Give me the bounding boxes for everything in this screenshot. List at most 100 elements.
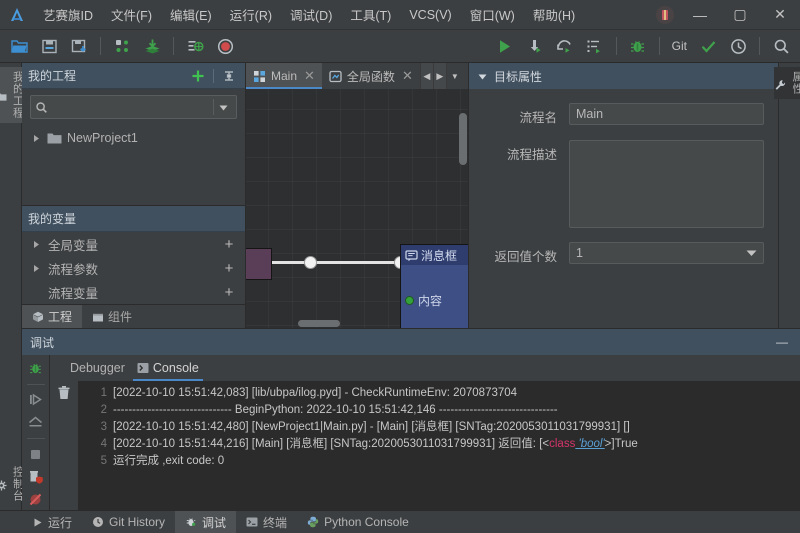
step-into-icon[interactable] bbox=[520, 33, 550, 60]
message-box-content-port[interactable]: 内容 bbox=[405, 292, 442, 309]
tab-components[interactable]: 组件 bbox=[82, 305, 142, 328]
add-flow-variable-button[interactable]: + bbox=[221, 285, 237, 300]
tab-list-button[interactable]: ▼ bbox=[445, 63, 463, 89]
debug-bug-icon[interactable] bbox=[24, 358, 48, 379]
menu-item-8[interactable]: 帮助(H) bbox=[524, 2, 584, 27]
settings-list-icon[interactable] bbox=[180, 33, 210, 60]
maximize-button[interactable]: ▢ bbox=[720, 0, 760, 30]
flow-desc-textarea[interactable] bbox=[569, 140, 764, 228]
chevron-down-icon[interactable] bbox=[746, 249, 757, 257]
editor-area: Main ✕ 全局函数 ✕ ◀ ▶ ▼ 消息框 内容 bbox=[246, 63, 468, 328]
console-output[interactable]: 1 [2022-10-10 15:51:42,083] [lib/ubpa/il… bbox=[78, 381, 800, 510]
menu-item-4[interactable]: 调试(D) bbox=[281, 2, 341, 27]
chevron-right-icon[interactable] bbox=[30, 240, 42, 249]
line-number: 1 bbox=[100, 387, 107, 399]
run-config-icon[interactable] bbox=[580, 33, 610, 60]
rail-button-properties[interactable]: 属性 bbox=[774, 67, 800, 99]
message-icon bbox=[405, 249, 418, 262]
plus-icon[interactable] bbox=[188, 66, 208, 86]
close-icon[interactable]: ✕ bbox=[304, 68, 315, 84]
menu-item-1[interactable]: 文件(F) bbox=[102, 2, 161, 27]
status-item-debug[interactable]: 调试 bbox=[175, 510, 237, 533]
add-global-variable-button[interactable]: + bbox=[221, 237, 237, 252]
add-flow-param-button[interactable]: + bbox=[221, 261, 237, 276]
properties-panel-header[interactable]: 目标属性 bbox=[469, 63, 778, 89]
editor-tab-global-functions[interactable]: 全局函数 ✕ bbox=[321, 63, 420, 89]
save-as-icon[interactable] bbox=[64, 33, 94, 60]
status-item-git-history[interactable]: Git History bbox=[82, 511, 175, 533]
tab-next-button[interactable]: ▶ bbox=[432, 63, 446, 89]
stop-icon[interactable] bbox=[24, 444, 48, 465]
status-item-run[interactable]: 运行 bbox=[22, 511, 82, 533]
menu-item-3[interactable]: 运行(R) bbox=[221, 2, 281, 27]
minimize-panel-button[interactable]: — bbox=[772, 332, 792, 352]
return-count-select[interactable]: 1 bbox=[569, 242, 764, 264]
variable-row-flowvars[interactable]: 流程变量 + bbox=[22, 280, 245, 304]
tab-prev-button[interactable]: ◀ bbox=[419, 63, 433, 89]
variables-panel: 我的变量 全局变量 + 流程参数 + 流程变量 + bbox=[22, 205, 245, 304]
toolbar-separator-2 bbox=[173, 37, 174, 55]
flow-canvas[interactable]: 消息框 内容 bbox=[246, 89, 468, 328]
editor-tab-main[interactable]: Main ✕ bbox=[246, 63, 322, 89]
menu-item-7[interactable]: 窗口(W) bbox=[461, 2, 524, 27]
main-body: 我的工程 控制台 我的工程 NewProject1 我的变量 全局变量 + 流程… bbox=[0, 63, 800, 510]
filter-caret-icon[interactable] bbox=[214, 102, 232, 113]
center-column: 我的工程 NewProject1 我的变量 全局变量 + 流程参数 + 流程变量… bbox=[22, 63, 800, 510]
chevron-right-icon[interactable] bbox=[30, 264, 42, 273]
components-icon[interactable] bbox=[107, 33, 137, 60]
remove-breakpoints-icon[interactable] bbox=[24, 467, 48, 488]
record-icon[interactable] bbox=[210, 33, 240, 60]
variables-panel-header: 我的变量 bbox=[22, 206, 245, 232]
menu-bar: 艺赛旗ID 文件(F) 编辑(E) 运行(R) 调试(D) 工具(T) VCS(… bbox=[34, 2, 584, 27]
save-icon[interactable] bbox=[34, 33, 64, 60]
import-icon[interactable] bbox=[137, 33, 167, 60]
open-folder-icon[interactable] bbox=[4, 33, 34, 60]
mute-breakpoints-icon[interactable] bbox=[24, 489, 48, 510]
step-over-icon[interactable] bbox=[550, 33, 580, 60]
variable-row-params[interactable]: 流程参数 + bbox=[22, 256, 245, 280]
start-node[interactable] bbox=[246, 248, 272, 280]
history-clock-icon[interactable] bbox=[723, 33, 753, 60]
collapse-all-icon[interactable] bbox=[219, 66, 239, 86]
menu-item-0[interactable]: 艺赛旗ID bbox=[34, 2, 102, 27]
flow-desc-field-wrap bbox=[569, 140, 764, 228]
step-out-icon[interactable] bbox=[24, 412, 48, 433]
rail-separator-2 bbox=[26, 438, 45, 439]
search-input[interactable] bbox=[48, 100, 213, 114]
toolbar-separator bbox=[100, 37, 101, 55]
tab-console[interactable]: Console bbox=[131, 355, 205, 381]
tree-item-newproject1[interactable]: NewProject1 bbox=[22, 127, 245, 149]
search-icon[interactable] bbox=[766, 33, 796, 60]
wire-start-dot[interactable] bbox=[304, 256, 317, 269]
close-icon[interactable]: ✕ bbox=[402, 68, 413, 84]
flow-name-input[interactable]: Main bbox=[569, 103, 764, 125]
variable-row-global[interactable]: 全局变量 + bbox=[22, 232, 245, 256]
canvas-vertical-scrollbar[interactable] bbox=[459, 113, 467, 165]
trash-icon[interactable] bbox=[56, 385, 72, 401]
triangle-down-icon[interactable] bbox=[477, 71, 488, 82]
project-search-box[interactable] bbox=[30, 95, 237, 119]
menu-item-5[interactable]: 工具(T) bbox=[341, 2, 400, 27]
tab-project[interactable]: 工程 bbox=[22, 305, 83, 328]
close-button[interactable]: ✕ bbox=[760, 0, 800, 30]
rail-separator bbox=[26, 383, 45, 385]
check-icon[interactable] bbox=[693, 33, 723, 60]
tab-debugger[interactable]: Debugger bbox=[64, 355, 131, 381]
message-box-node[interactable]: 消息框 内容 bbox=[400, 244, 468, 328]
chevron-right-icon[interactable] bbox=[30, 134, 42, 143]
status-item-python-console[interactable]: Python Console bbox=[297, 511, 419, 533]
status-item-terminal[interactable]: 终端 bbox=[236, 511, 297, 533]
canvas-horizontal-scrollbar[interactable] bbox=[298, 320, 340, 327]
resume-icon[interactable] bbox=[24, 390, 48, 411]
minimize-button[interactable]: — bbox=[680, 0, 720, 30]
port-dot-icon[interactable] bbox=[405, 296, 414, 305]
tab-debugger-label: Debugger bbox=[70, 361, 125, 375]
run-icon[interactable] bbox=[490, 33, 520, 60]
menu-item-6[interactable]: VCS(V) bbox=[400, 5, 460, 25]
upper-region: 我的工程 NewProject1 我的变量 全局变量 + 流程参数 + 流程变量… bbox=[22, 63, 800, 328]
line-number: 2 bbox=[100, 404, 107, 416]
git-label[interactable]: Git bbox=[666, 36, 693, 56]
gift-icon[interactable] bbox=[650, 3, 680, 27]
menu-item-2[interactable]: 编辑(E) bbox=[161, 2, 221, 27]
debug-bug-icon[interactable] bbox=[623, 33, 653, 60]
